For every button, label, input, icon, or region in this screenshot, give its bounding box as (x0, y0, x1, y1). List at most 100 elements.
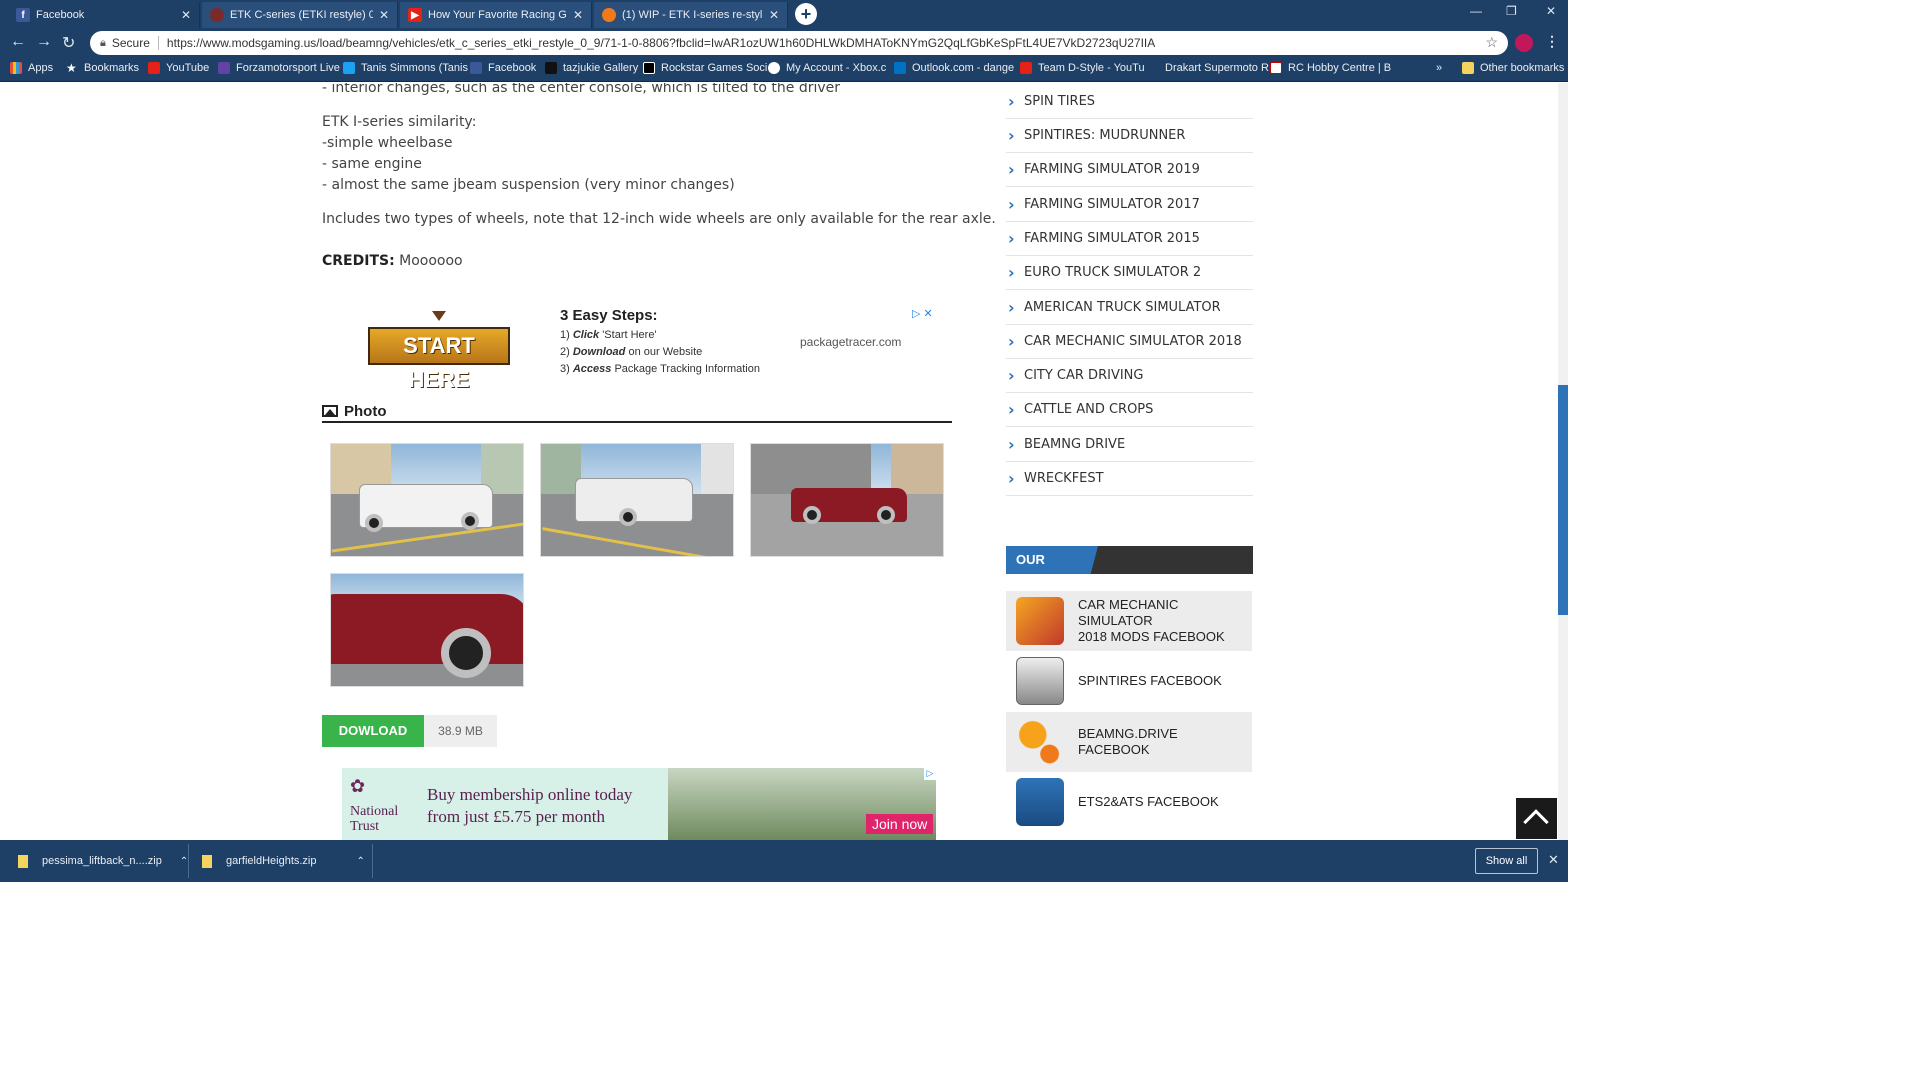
photo-thumbnail[interactable] (540, 443, 734, 557)
scrollbar-thumb[interactable] (1558, 385, 1568, 615)
chevron-up-icon[interactable]: ⌃ (180, 856, 188, 867)
sidebar-item-ats[interactable]: › AMERICAN TRUCK SIMULATOR (1006, 291, 1253, 325)
ad-step: 2) Download on our Website (560, 346, 703, 358)
download-item[interactable]: pessima_liftback_n....zip ⌃ (18, 848, 188, 874)
friend-link-beamng[interactable]: BEAMNG.DRIVE FACEBOOK (1006, 712, 1252, 772)
friend-link-ets2ats[interactable]: ETS2&ATS FACEBOOK (1006, 772, 1252, 832)
adchoices-icon[interactable]: ▷ ✕ (912, 307, 933, 320)
sidebar-item-label: BEAMNG DRIVE (1024, 437, 1126, 452)
sidebar-item-mudrunner[interactable]: › SPINTIRES: MUDRUNNER (1006, 119, 1253, 153)
sidebar-item-wreckfest[interactable]: › WRECKFEST (1006, 462, 1253, 496)
tab-wip-etk[interactable]: (1) WIP - ETK I-series re-styling in ✕ (594, 2, 788, 28)
sidebar-item-label: CATTLE AND CROPS (1024, 402, 1154, 417)
download-item[interactable]: garfieldHeights.zip ⌃ (202, 848, 365, 874)
tab-facebook[interactable]: f Facebook ✕ (8, 2, 200, 28)
download-button[interactable]: DOWLOAD (322, 715, 424, 747)
chevron-up-icon[interactable]: ⌃ (357, 856, 365, 867)
sidebar-item-cms2018[interactable]: › CAR MECHANIC SIMULATOR 2018 (1006, 325, 1253, 359)
ad-national-trust[interactable]: ✿ National Trust Buy membership online t… (342, 768, 936, 840)
youtube-icon: ▶ (408, 8, 422, 22)
chevron-right-icon: › (1008, 126, 1015, 145)
outlook-icon (894, 62, 906, 74)
back-icon[interactable]: ← (10, 33, 26, 51)
sidebar-item-cattle-and-crops[interactable]: › CATTLE AND CROPS (1006, 393, 1253, 427)
bookmark-apps[interactable]: Apps (10, 62, 53, 74)
oak-leaf-icon: ✿ (350, 776, 366, 796)
sidebar-item-fs2017[interactable]: › FARMING SIMULATOR 2017 (1006, 188, 1253, 222)
ad-package-tracer[interactable]: START HERE 3 Easy Steps: 1) Click 'Start… (322, 303, 950, 392)
youtube-icon (1020, 62, 1032, 74)
adchoices-icon[interactable]: ▷ (924, 768, 936, 780)
menu-icon[interactable]: ⋮ (1545, 33, 1559, 50)
url-text: https://www.modsgaming.us/load/beamng/ve… (166, 36, 1156, 50)
facebook-icon (470, 62, 482, 74)
sidebar-item-fs2015[interactable]: › FARMING SIMULATOR 2015 (1006, 222, 1253, 256)
apps-icon (10, 62, 22, 74)
close-icon[interactable]: ✕ (181, 8, 191, 22)
sidebar-item-ets2[interactable]: › EURO TRUCK SIMULATOR 2 (1006, 256, 1253, 290)
similarity-item: - almost the same jbeam suspension (very… (322, 177, 735, 193)
tab-etk-cseries[interactable]: ETK C-series (ETKI restyle) 0.9 - B ✕ (202, 2, 398, 28)
modsgaming-icon (210, 8, 224, 22)
chevron-up-icon (1523, 809, 1549, 835)
friend-link-spintires[interactable]: SPINTIRES FACEBOOK (1006, 651, 1252, 711)
arrow-down-icon (432, 311, 446, 321)
bookmark-bookmarks[interactable]: ★ Bookmarks (66, 62, 139, 74)
bookmark-rockstar[interactable]: Rockstar Games Soci (643, 62, 767, 74)
close-icon[interactable]: ✕ (573, 8, 583, 22)
bookmark-outlook[interactable]: Outlook.com - dange (894, 62, 1014, 74)
photo-thumbnail[interactable] (330, 443, 524, 557)
sidebar-item-label: FARMING SIMULATOR 2017 (1024, 197, 1200, 212)
bookmark-label: Outlook.com - dange (912, 62, 1015, 74)
bookmarks-overflow[interactable]: » (1436, 62, 1442, 74)
bookmark-tazjukie[interactable]: tazjukie Gallery (545, 62, 638, 74)
close-window-icon[interactable]: ✕ (1546, 4, 1556, 18)
photo-thumbnail[interactable] (330, 573, 524, 687)
join-now-button[interactable]: Join now (866, 814, 934, 834)
credits-value: Moooooo (399, 253, 463, 269)
tab-title: How Your Favorite Racing Games (428, 9, 567, 21)
bookmark-facebook[interactable]: Facebook (470, 62, 536, 74)
twitch-icon (218, 62, 230, 74)
forward-icon[interactable]: → (36, 33, 52, 51)
credits-label: CREDITS: (322, 253, 395, 269)
close-icon[interactable]: ✕ (1548, 852, 1559, 868)
minimize-icon[interactable]: — (1470, 4, 1482, 18)
sidebar-item-fs2019[interactable]: › FARMING SIMULATOR 2019 (1006, 153, 1253, 187)
tab-racing-games[interactable]: ▶ How Your Favorite Racing Games ✕ (400, 2, 592, 28)
similarity-item: -simple wheelbase (322, 135, 453, 151)
article-line-interior: - interior changes, such as the center c… (322, 83, 841, 96)
bookmark-label: My Account - Xbox.c (786, 62, 887, 74)
scroll-to-top-button[interactable] (1516, 798, 1557, 839)
bookmark-xbox[interactable]: My Account - Xbox.c (768, 62, 886, 74)
profile-avatar[interactable] (1515, 34, 1533, 52)
sidebar-item-spin-tires[interactable]: › SPIN TIRES (1006, 85, 1253, 119)
truck-logo-icon (1016, 778, 1064, 826)
chevron-right-icon: › (1008, 469, 1015, 488)
bookmark-forzamotorsport[interactable]: Forzamotorsport Live (218, 62, 340, 74)
bookmark-youtube[interactable]: YouTube (148, 62, 209, 74)
url-input[interactable]: 🔒︎ Secure https://www.modsgaming.us/load… (90, 31, 1508, 55)
bookmark-rc-hobby[interactable]: RC Hobby Centre | B (1270, 62, 1391, 74)
scrollbar[interactable] (1558, 83, 1568, 840)
friend-link-cms2018[interactable]: CAR MECHANIC SIMULATOR 2018 MODS FACEBOOK (1006, 591, 1252, 651)
other-bookmarks[interactable]: Other bookmarks (1462, 62, 1564, 74)
beamng-icon (602, 8, 616, 22)
photo-thumbnail[interactable] (750, 443, 944, 557)
sidebar-item-beamng-drive[interactable]: › BEAMNG DRIVE (1006, 428, 1253, 462)
bookmark-drakart[interactable]: Drakart Supermoto R (1147, 62, 1269, 74)
bookmark-tanis[interactable]: Tanis Simmons (Tanis (343, 62, 468, 74)
bookmark-label: Facebook (488, 62, 537, 74)
new-tab-button[interactable]: + (795, 3, 817, 25)
lock-icon: 🔒︎ (100, 36, 106, 49)
reload-icon[interactable]: ↻ (62, 33, 75, 53)
bookmark-star-icon[interactable]: ☆ (1485, 34, 1498, 51)
close-icon[interactable]: ✕ (379, 8, 389, 22)
show-all-button[interactable]: Show all (1475, 848, 1538, 874)
sidebar-item-city-car-driving[interactable]: › CITY CAR DRIVING (1006, 359, 1253, 393)
start-here-button[interactable]: START HERE (368, 327, 510, 392)
bookmark-label: Drakart Supermoto R (1165, 62, 1269, 74)
bookmark-team-dstyle[interactable]: Team D-Style - YouTu (1020, 62, 1145, 74)
restore-icon[interactable]: ❐ (1506, 4, 1517, 18)
close-icon[interactable]: ✕ (769, 8, 779, 22)
